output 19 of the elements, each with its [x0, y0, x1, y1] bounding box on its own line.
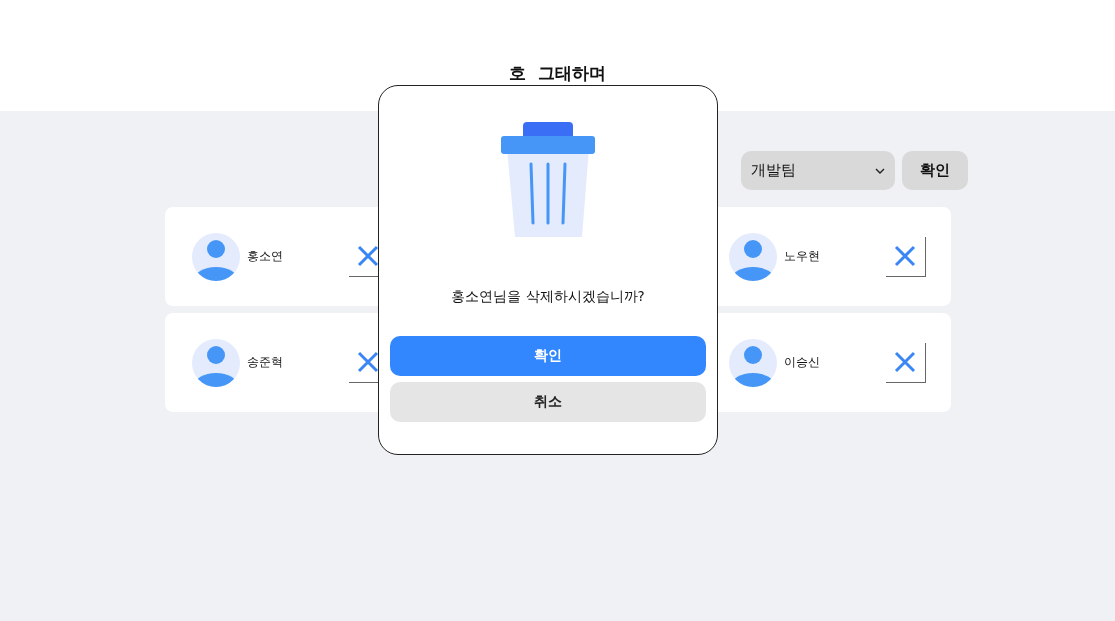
- confirm-button[interactable]: 확인: [901, 151, 968, 190]
- chevron-down-icon: [874, 167, 885, 174]
- person-avatar-icon: [728, 232, 777, 281]
- trash-can-icon: [501, 122, 595, 238]
- person-avatar-icon: [191, 338, 240, 387]
- member-name: 홍소연: [246, 248, 284, 265]
- person-avatar-icon: [728, 338, 777, 387]
- close-icon: [894, 351, 916, 373]
- close-icon: [357, 351, 379, 373]
- member-name: 송준혁: [246, 354, 284, 371]
- team-select[interactable]: 개발팀: [740, 151, 895, 190]
- member-name: 이승신: [783, 354, 821, 371]
- close-icon: [357, 245, 379, 267]
- dialog-cancel-button[interactable]: 취소: [390, 382, 706, 422]
- dialog-message: 홍소연님을 삭제하시겠습니까?: [451, 288, 645, 306]
- person-avatar-icon: [191, 232, 240, 281]
- member-name: 노우현: [783, 248, 821, 265]
- close-icon: [894, 245, 916, 267]
- page-title: 호 그태하며: [509, 63, 606, 83]
